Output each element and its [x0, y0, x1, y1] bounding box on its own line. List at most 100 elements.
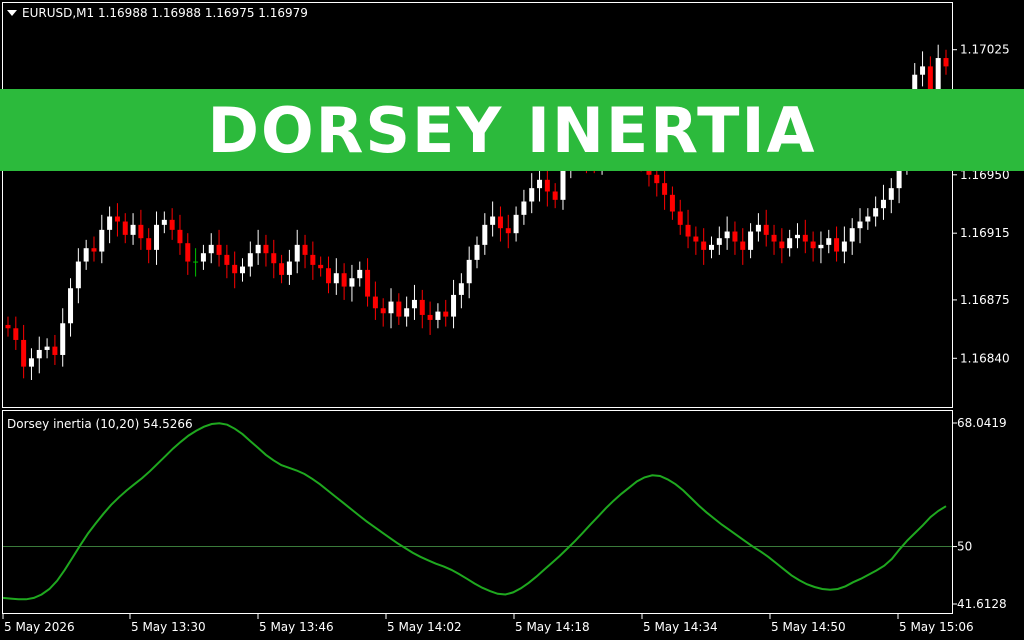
candle-body [435, 311, 441, 320]
candle-body [185, 243, 191, 262]
symbol-dropdown-icon[interactable] [7, 10, 17, 16]
candle-body [122, 221, 128, 235]
candle-body [920, 66, 926, 75]
candle-body [310, 254, 316, 265]
candle-body [216, 244, 222, 255]
candle-body [224, 254, 230, 265]
candle-body [36, 349, 42, 359]
candle-body [865, 216, 871, 222]
candle-body [482, 224, 488, 245]
price-tick-label: 1.16840 [960, 351, 1010, 365]
candle-body [404, 308, 410, 317]
candle-body [318, 264, 324, 269]
candle-body [193, 261, 199, 263]
candle-body [724, 231, 730, 239]
candle-body [138, 224, 144, 239]
candle-body [286, 261, 292, 275]
symbol-header: EURUSD,M1 1.16988 1.16988 1.16975 1.1697… [22, 6, 308, 20]
candle-body [544, 179, 550, 192]
candle-body [662, 183, 668, 195]
candle-body [130, 224, 136, 235]
candle-body [114, 216, 120, 222]
candle-body [83, 248, 89, 262]
time-tick-label: 5 May 14:34 [643, 620, 718, 634]
candle-body [779, 241, 785, 249]
time-tick-label: 5 May 14:18 [515, 620, 590, 634]
banner-title: DORSEY INERTIA [207, 93, 817, 167]
candle-body [271, 253, 277, 264]
time-tick-label: 5 May 2026 [4, 620, 75, 634]
candle-body [5, 324, 11, 329]
time-tick-label: 5 May 13:46 [259, 620, 334, 634]
candle-body [943, 58, 949, 67]
indicator-series-line [2, 422, 947, 601]
candle-body [279, 263, 285, 275]
price-tick-label: 1.17025 [960, 43, 1010, 57]
price-pane-frame [2, 2, 953, 408]
candle-body [28, 358, 34, 367]
candle-body [818, 244, 824, 249]
candle-body [294, 244, 300, 262]
candle-body [677, 211, 683, 225]
candle-body [880, 199, 886, 209]
candle-body [68, 288, 74, 324]
candle-body [763, 224, 769, 235]
price-tick-label: 1.16875 [960, 293, 1010, 307]
candle-body [161, 219, 167, 225]
candle-body [787, 238, 793, 249]
candle-body [52, 346, 58, 355]
candle-body [255, 244, 261, 254]
candle-body [357, 269, 363, 279]
time-tick-label: 5 May 14:50 [771, 620, 846, 634]
candle-body [13, 328, 19, 340]
candle-body [200, 253, 206, 262]
candle-body [873, 208, 879, 217]
candle-body [232, 264, 238, 274]
candle-body [443, 311, 449, 317]
candle-body [365, 269, 371, 297]
candle-body [349, 278, 355, 287]
candle-body [513, 214, 519, 234]
candle-body [44, 346, 50, 350]
time-tick-label: 5 May 15:06 [899, 620, 974, 634]
candle-body [21, 339, 27, 367]
indicator-pane-frame [2, 410, 953, 614]
candle-body [748, 231, 754, 250]
candle-body [693, 236, 699, 242]
candle-body [709, 244, 714, 250]
candle-body [685, 224, 691, 237]
candle-body [419, 299, 425, 315]
indicator-label: Dorsey inertia (10,20) 54.5266 [7, 417, 193, 431]
candle-body [755, 224, 761, 232]
candle-body [333, 273, 339, 284]
candle-body [497, 216, 503, 229]
candle-body [740, 241, 746, 250]
candle-body [732, 231, 738, 242]
price-tick-label: 1.16915 [960, 226, 1010, 240]
candle-body [537, 179, 543, 189]
candle-body [75, 261, 81, 289]
candle-body [451, 294, 457, 317]
candle-body [802, 234, 808, 242]
candle-body [716, 238, 722, 245]
candle-body [888, 188, 894, 200]
candle-body [826, 238, 832, 245]
indicator-tick-label: 68.0419 [957, 416, 1007, 430]
candle-body [154, 224, 160, 250]
candle-body [107, 216, 113, 230]
candle-body [263, 244, 269, 254]
candle-body [521, 201, 527, 215]
indicator-tick-label: 41.6128 [957, 597, 1007, 611]
candle-body [177, 229, 183, 244]
candle-body [669, 194, 675, 212]
candle-body [388, 301, 394, 314]
candle-body [505, 228, 511, 234]
candle-body [91, 248, 97, 252]
candle-body [341, 273, 347, 287]
candle-body [458, 283, 464, 295]
indicator-tick-label: 50 [957, 540, 972, 554]
candle-body [411, 299, 417, 309]
candle-body [169, 219, 175, 230]
candle-body [474, 244, 480, 260]
title-banner: DORSEY INERTIA [0, 89, 1024, 171]
